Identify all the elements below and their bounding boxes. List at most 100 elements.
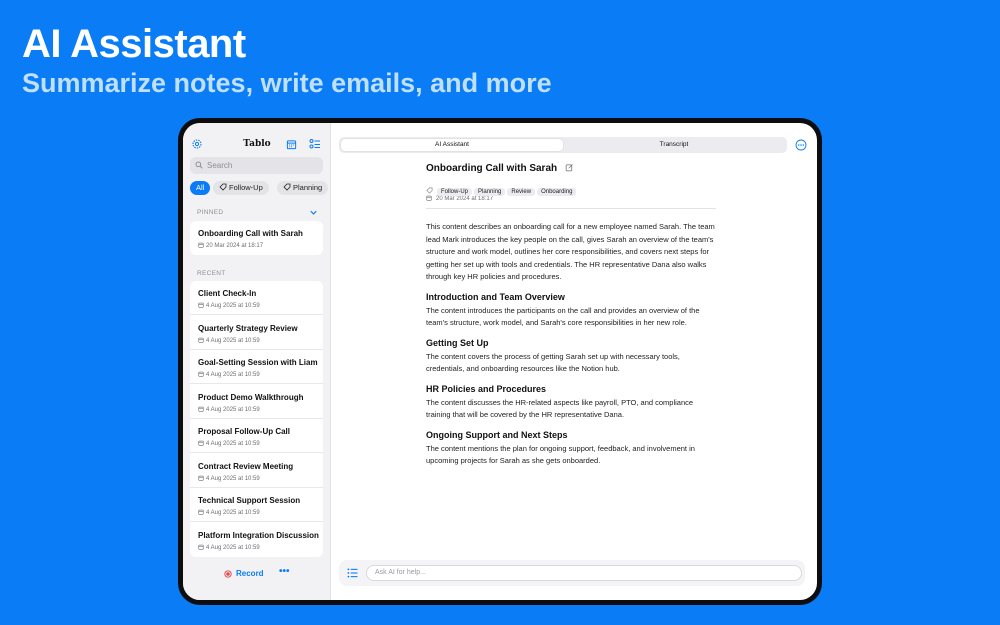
note-date-row: 4 Aug 2025 at 10:59 <box>198 544 260 551</box>
calendar-icon <box>198 475 204 481</box>
tag[interactable]: Onboarding <box>537 188 577 196</box>
recent-notes-list: Client Check-In 4 Aug 2025 at 10:59 Quar… <box>190 281 323 557</box>
calendar-icon[interactable] <box>286 139 297 150</box>
filter-chip-label: Planning <box>293 183 323 192</box>
note-date-row: 4 Aug 2025 at 10:59 <box>198 509 260 516</box>
summary-section: Getting Set Up The content covers the pr… <box>426 338 726 376</box>
section-body: The content introduces the participants … <box>426 305 700 328</box>
note-date: 4 Aug 2025 at 10:59 <box>206 475 260 482</box>
tablet-frame: Tablo Search All Follow-Up Planning PINN… <box>178 118 822 605</box>
section-heading: Ongoing Support and Next Steps <box>426 429 568 440</box>
note-date: 20 Mar 2024 at 18:17 <box>206 243 264 249</box>
view-switcher: AI Assistant Transcript <box>339 137 787 153</box>
record-button[interactable]: Record <box>236 569 264 578</box>
list-item[interactable]: Goal-Setting Session with Liam 4 Aug 202… <box>190 350 323 384</box>
note-title: Technical Support Session <box>198 496 301 505</box>
list-item[interactable]: Technical Support Session 4 Aug 2025 at … <box>190 488 323 522</box>
calendar-icon <box>426 195 432 201</box>
document-date: 20 Mar 2024 at 18:17 <box>436 196 494 202</box>
note-date-row: 4 Aug 2025 at 10:59 <box>198 440 260 447</box>
section-heading: Introduction and Team Overview <box>426 291 565 302</box>
more-icon[interactable] <box>795 139 807 151</box>
list-item[interactable]: Contract Review Meeting 4 Aug 2025 at 10… <box>190 453 323 488</box>
note-date: 4 Aug 2025 at 10:59 <box>206 337 260 344</box>
calendar-icon <box>198 406 204 412</box>
ask-ai-input[interactable]: Ask AI for help... <box>366 565 802 581</box>
calendar-icon <box>198 337 204 343</box>
filter-chip-follow-up[interactable]: Follow-Up <box>213 181 269 195</box>
list-item[interactable]: Quarterly Strategy Review 4 Aug 2025 at … <box>190 315 323 350</box>
note-date-row: 4 Aug 2025 at 10:59 <box>198 337 260 344</box>
summary-section: Introduction and Team Overview The conte… <box>426 292 726 330</box>
tag-icon <box>219 183 227 191</box>
hero-subtitle: Summarize notes, write emails, and more <box>22 68 552 98</box>
calendar-icon <box>198 371 204 377</box>
note-date-row: 4 Aug 2025 at 10:59 <box>198 302 260 309</box>
tag-icon <box>283 183 291 191</box>
list-item[interactable]: Platform Integration Discussion 4 Aug 20… <box>190 522 323 557</box>
document-date-row: 20 Mar 2024 at 18:17 <box>426 195 726 202</box>
summary-section: HR Policies and Procedures The content d… <box>426 384 726 422</box>
filter-chip-planning[interactable]: Planning <box>277 181 329 195</box>
summary-intro: This content describes an onboarding cal… <box>426 222 715 281</box>
more-icon[interactable]: ••• <box>279 566 290 577</box>
search-input[interactable]: Search <box>190 157 323 174</box>
note-date-row: 4 Aug 2025 at 10:59 <box>198 475 260 482</box>
record-icon <box>224 570 232 578</box>
list-item[interactable]: Client Check-In 4 Aug 2025 at 10:59 <box>190 281 323 315</box>
calendar-icon <box>198 302 204 308</box>
section-heading: Getting Set Up <box>426 337 489 348</box>
tag[interactable]: Follow-Up <box>437 188 473 196</box>
summary-section: Ongoing Support and Next Steps The conte… <box>426 430 726 468</box>
hero-title: AI Assistant <box>22 22 246 66</box>
note-title: Platform Integration Discussion <box>198 530 319 540</box>
section-body: The content discusses the HR-related asp… <box>426 397 694 420</box>
filter-chip-all[interactable]: All <box>190 181 211 195</box>
filter-chip-label: Follow-Up <box>229 183 263 192</box>
list-item[interactable]: Product Demo Walkthrough 4 Aug 2025 at 1… <box>190 384 323 419</box>
pinned-note-item[interactable]: Onboarding Call with Sarah 20 Mar 2024 a… <box>190 221 323 255</box>
note-title: Client Check-In <box>198 289 257 298</box>
note-date: 4 Aug 2025 at 10:59 <box>206 406 260 413</box>
note-date-row: 4 Aug 2025 at 10:59 <box>198 406 260 413</box>
calendar-icon <box>198 509 204 515</box>
search-icon <box>195 161 203 169</box>
document-title-row: Onboarding Call with Sarah <box>426 163 726 174</box>
note-date-row: 20 Mar 2024 at 18:17 <box>198 242 263 249</box>
note-date-row: 4 Aug 2025 at 10:59 <box>198 371 260 378</box>
note-date: 4 Aug 2025 at 10:59 <box>206 544 260 551</box>
chevron-down-icon[interactable] <box>310 210 317 215</box>
note-date: 4 Aug 2025 at 10:59 <box>206 372 260 378</box>
tag-icon <box>426 187 433 194</box>
search-placeholder: Search <box>207 161 233 170</box>
note-title: Contract Review Meeting <box>198 461 294 471</box>
note-date: 4 Aug 2025 at 10:59 <box>206 441 260 447</box>
list-item[interactable]: Proposal Follow-Up Call 4 Aug 2025 at 10… <box>190 419 323 453</box>
edit-icon[interactable] <box>565 163 574 172</box>
note-title: Quarterly Strategy Review <box>198 323 298 333</box>
note-title: Goal-Setting Session with Liam <box>198 358 318 367</box>
tab-transcript[interactable]: Transcript <box>563 139 785 151</box>
recent-label: RECENT <box>197 270 226 277</box>
note-title: Proposal Follow-Up Call <box>198 427 291 436</box>
sidebar: Tablo Search All Follow-Up Planning PINN… <box>183 123 331 600</box>
list-icon[interactable] <box>347 568 358 578</box>
tab-ai-assistant[interactable]: AI Assistant <box>341 139 563 151</box>
note-document: Onboarding Call with Sarah Follow-Up Plan… <box>426 163 726 468</box>
app-screen: Tablo Search All Follow-Up Planning PINN… <box>183 123 817 600</box>
ai-chat-bar: Ask AI for help... <box>339 560 805 586</box>
note-title: Onboarding Call with Sarah <box>198 229 303 238</box>
calendar-icon <box>198 544 204 550</box>
section-heading: HR Policies and Procedures <box>426 383 547 394</box>
pinned-label: PINNED <box>197 209 224 216</box>
calendar-icon <box>198 440 204 446</box>
checklist-icon[interactable] <box>309 138 321 150</box>
tag[interactable]: Review <box>507 188 536 196</box>
main-pane: AI Assistant Transcript Onboarding Call … <box>331 123 817 600</box>
document-title: Onboarding Call with Sarah <box>426 163 558 174</box>
divider <box>426 208 716 209</box>
tag-list: Follow-Up Planning Review Onboarding <box>426 180 726 196</box>
section-body: The content mentions the plan for ongoin… <box>426 443 695 466</box>
tag[interactable]: Planning <box>474 188 506 196</box>
calendar-icon <box>198 242 204 248</box>
